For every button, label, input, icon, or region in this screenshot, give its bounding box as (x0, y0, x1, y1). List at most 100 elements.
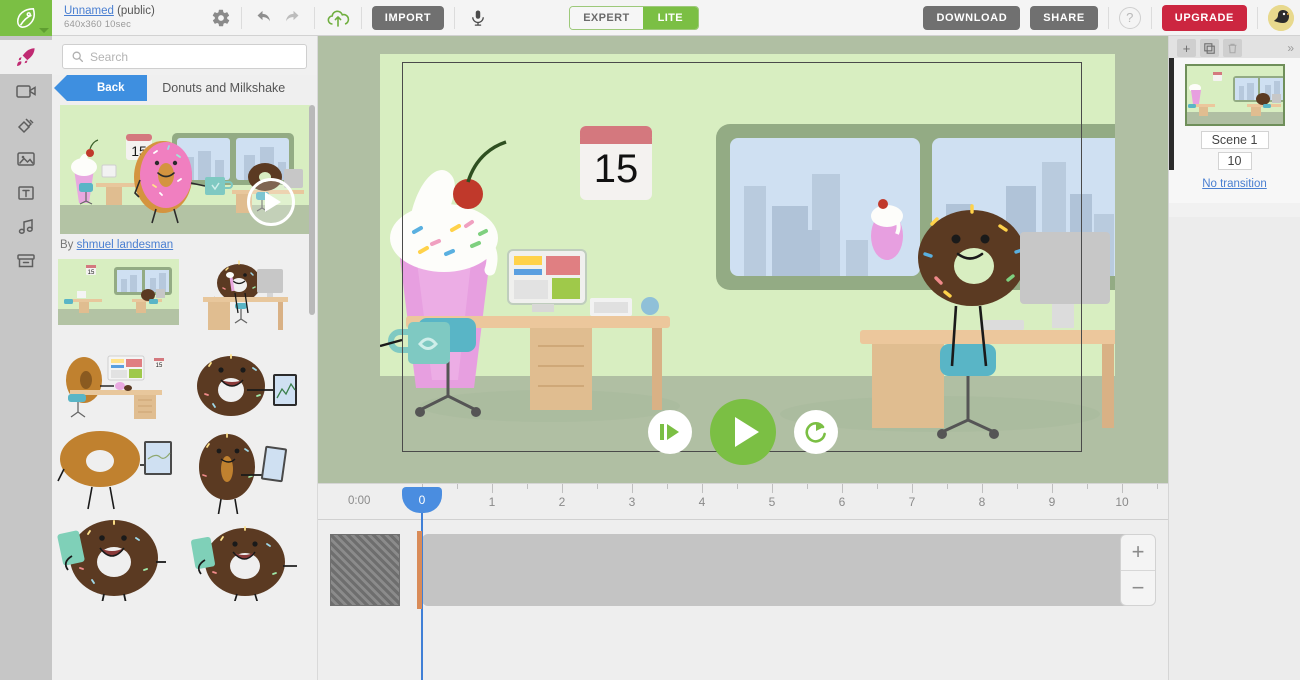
transition-link[interactable]: No transition (1202, 178, 1267, 190)
mode-toggle[interactable]: EXPERT LITE (569, 5, 700, 30)
category-bar: Back Donuts and Milkshake (52, 75, 317, 101)
timeline-panel: 0:00 1 2 3 4 5 6 7 8 9 10 0 + − (318, 483, 1168, 680)
asset-donut-phone-selfie[interactable] (183, 429, 308, 514)
collapse-panel-button[interactable]: » (1287, 41, 1294, 55)
svg-text:15: 15 (156, 363, 163, 369)
play-button[interactable] (710, 399, 776, 465)
zoom-in-button[interactable]: + (1121, 535, 1155, 571)
sidebar-item-text[interactable] (0, 176, 52, 210)
byline-prefix: By (60, 239, 74, 251)
playhead-handle[interactable]: 0 (402, 487, 442, 513)
ruler-tick (1052, 484, 1053, 493)
logo-dropdown-caret-icon[interactable] (39, 27, 49, 33)
trash-icon (1228, 43, 1237, 53)
gear-icon[interactable] (211, 8, 231, 28)
asset-donut-desk-presentation[interactable]: 15 (56, 342, 181, 427)
ruler-label: 5 (768, 495, 776, 509)
divider (240, 6, 242, 29)
mode-expert-option[interactable]: EXPERT (570, 6, 643, 29)
ruler-tick (737, 484, 738, 489)
project-name-link[interactable]: Unnamed (64, 5, 114, 17)
ruler-tick (1122, 484, 1123, 493)
asset-donut-shouting-phone[interactable] (56, 516, 181, 601)
scene-name-field[interactable]: Scene 1 (1200, 131, 1269, 149)
ruler-tick (807, 484, 808, 489)
back-button[interactable]: Back (54, 75, 147, 101)
ruler-tick (562, 484, 563, 493)
upgrade-button[interactable]: UPGRADE (1161, 4, 1247, 31)
play-from-start-button[interactable] (648, 410, 692, 454)
scene-strip: Scene 1 10 No transition (1169, 58, 1300, 203)
asset-donut-tablet-chart[interactable] (183, 342, 308, 427)
music-icon (18, 219, 33, 234)
ruler-tick (632, 484, 633, 493)
scene-list-empty-area[interactable] (1169, 217, 1300, 680)
project-title-row: Unnamed (public) (64, 4, 155, 18)
leaf-logo-icon (16, 7, 36, 28)
ruler-tick (457, 484, 458, 489)
asset-thumb-illustration (183, 342, 308, 427)
asset-plain-donut-tablet[interactable] (56, 429, 181, 514)
search-area (52, 36, 317, 75)
add-scene-button[interactable]: + (1177, 39, 1196, 57)
timeline-ruler[interactable]: 0:00 1 2 3 4 5 6 7 8 9 10 0 (318, 484, 1168, 520)
ruler-label: 8 (978, 495, 986, 509)
zoom-out-button[interactable]: − (1121, 571, 1155, 606)
cloud-upload-icon (327, 10, 350, 27)
search-box[interactable] (62, 44, 307, 69)
asset-office-scene-wide[interactable]: 15 (56, 255, 181, 340)
scene-thumbnail[interactable] (1184, 64, 1285, 126)
author-link[interactable]: shmuel landesman (77, 239, 174, 251)
undo-button[interactable] (252, 5, 278, 31)
scene-transition: No transition (1169, 178, 1300, 190)
redo-button[interactable] (278, 5, 304, 31)
record-voice-button[interactable] (465, 5, 491, 31)
ruler-label: 7 (908, 495, 916, 509)
play-icon (734, 417, 759, 447)
search-input[interactable] (90, 49, 306, 64)
sidebar-item-audio[interactable] (0, 210, 52, 244)
asset-thumb-illustration (183, 255, 308, 340)
share-button[interactable]: SHARE (1030, 5, 1098, 30)
ruler-label: 10 (1115, 495, 1129, 509)
hero-preview[interactable]: 15 (59, 105, 310, 234)
asset-donut-phone-waving[interactable] (183, 516, 308, 601)
svg-text:15: 15 (88, 270, 95, 276)
sidebar-item-background[interactable] (0, 244, 52, 278)
mode-lite-option[interactable]: LITE (642, 6, 699, 29)
ruler-label: 9 (1048, 495, 1056, 509)
library-scrollbar[interactable] (309, 105, 315, 315)
sidebar-item-images[interactable] (0, 142, 52, 176)
user-avatar-bird-icon (1268, 4, 1294, 31)
help-button[interactable]: ? (1118, 6, 1141, 29)
divider (1150, 6, 1152, 29)
asset-donut-at-desk-monitor[interactable] (183, 255, 308, 340)
sidebar-item-video[interactable] (0, 74, 52, 108)
restart-button[interactable] (794, 410, 838, 454)
import-button[interactable]: IMPORT (371, 5, 445, 30)
scene-thumbnail-placeholder[interactable] (330, 534, 400, 606)
library-scroll-area[interactable]: 15 By shmuel landesman 15 15 (52, 101, 317, 680)
divider (1107, 6, 1109, 29)
top-toolbar: Unnamed (public) 640x360 10sec IMPORT EX… (0, 0, 1300, 36)
delete-scene-button[interactable] (1223, 39, 1242, 57)
sidebar-item-props[interactable] (0, 108, 52, 142)
app-logo[interactable] (0, 0, 52, 36)
timeline-track-area: + − (318, 520, 1168, 612)
clip-left-edge[interactable] (417, 531, 422, 609)
scene-duration-field[interactable]: 10 (1217, 152, 1252, 170)
upload-button[interactable] (325, 5, 351, 31)
sidebar-item-templates[interactable] (0, 40, 52, 74)
project-visibility: (public) (117, 4, 155, 17)
text-icon (18, 186, 34, 200)
duplicate-scene-button[interactable] (1200, 39, 1219, 57)
asset-grid: 15 15 (56, 255, 314, 603)
ruler-label: 1 (488, 495, 496, 509)
scene-clip-bar[interactable] (422, 534, 1142, 606)
ruler-tick (947, 484, 948, 489)
avatar[interactable] (1268, 4, 1294, 31)
download-button[interactable]: DOWNLOAD (923, 5, 1021, 30)
project-dimensions: 640x360 10sec (64, 19, 132, 31)
current-time-label: 0:00 (348, 495, 371, 507)
hero-play-button[interactable] (246, 178, 295, 226)
